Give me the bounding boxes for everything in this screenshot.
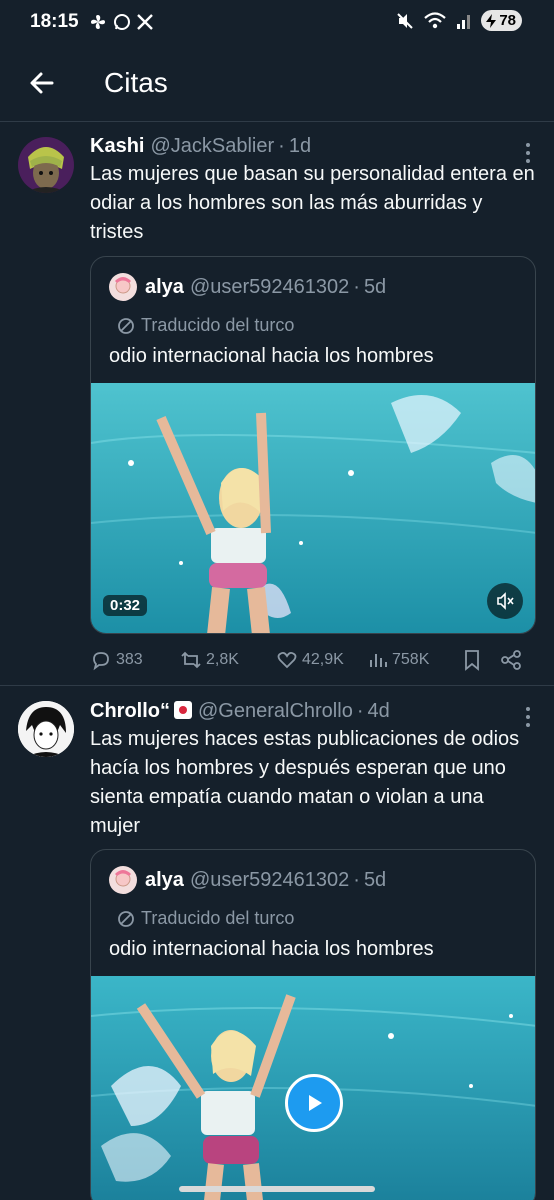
quote-time: 5d [363, 868, 387, 891]
like-button[interactable]: 42,9K [276, 649, 368, 671]
status-bar: 18:15 78 [0, 0, 554, 44]
tweet-time[interactable]: 4d [368, 700, 390, 723]
quote-text: odio internacional hacia los hombres [109, 345, 434, 367]
reply-count: 383 [116, 651, 143, 668]
tweet-text: Las mujeres haces estas publicaciones de… [90, 728, 520, 837]
bookmark-icon [465, 650, 479, 671]
heart-icon [277, 651, 297, 669]
status-right: 78 [395, 10, 522, 31]
avatar-image [18, 137, 74, 193]
repost-icon [181, 651, 201, 669]
author-handle[interactable]: @JackSablier [150, 135, 274, 158]
separator-dot: · [353, 275, 360, 298]
reply-icon [93, 652, 109, 671]
quote-author-name: alya [145, 868, 184, 891]
translate-icon [118, 910, 134, 927]
translate-icon [118, 317, 134, 334]
video-frame [91, 383, 535, 633]
video-player[interactable] [91, 976, 535, 1200]
battery-level: 78 [499, 12, 516, 29]
battery-indicator: 78 [481, 10, 522, 31]
quote-avatar [109, 273, 137, 301]
whatsapp-icon [113, 14, 130, 30]
quoted-tweet[interactable]: alya @user592461302 · 5d Traducido del t… [90, 849, 536, 1200]
tweet-header: Kashi @JackSablier · 1d [90, 135, 536, 158]
flag-emoji-icon [174, 701, 192, 719]
views-button[interactable]: 758K [368, 650, 462, 670]
tweet-item[interactable]: Chrollo“ @GeneralChrollo · 4d Las mujere… [0, 687, 554, 1200]
quote-author-name: alya [145, 275, 184, 298]
more-vertical-icon [526, 707, 530, 727]
translation-note[interactable]: Traducido del turco [117, 908, 294, 929]
translation-label: Traducido del turco [141, 908, 295, 928]
signal-icon [457, 14, 471, 29]
more-vertical-icon [526, 143, 530, 163]
repost-count: 2,8K [206, 651, 239, 668]
separator-dot: · [356, 700, 364, 722]
mute-icon [397, 12, 414, 29]
fan-icon [90, 15, 105, 29]
more-options-button[interactable] [520, 705, 536, 729]
tweet-header: Chrollo“ @GeneralChrollo · 4d [90, 699, 536, 723]
repost-button[interactable]: 2,8K [180, 649, 276, 671]
author-handle[interactable]: @GeneralChrollo [198, 700, 353, 723]
translation-label: Traducido del turco [141, 315, 295, 335]
separator-dot: · [278, 135, 285, 157]
x-logo-icon [136, 14, 153, 30]
bar-chart-icon [370, 654, 387, 667]
like-count: 42,9K [302, 651, 344, 668]
quoted-tweet[interactable]: alya @user592461302 · 5d Traducido del t… [90, 256, 536, 634]
avatar-image [18, 701, 74, 757]
play-button[interactable] [285, 1074, 343, 1132]
bookmark-button[interactable] [462, 649, 500, 671]
quote-author-handle: @user592461302 [189, 868, 350, 891]
wifi-icon [424, 11, 447, 28]
tweet-body: Chrollo“ @GeneralChrollo · 4d Las mujere… [90, 699, 536, 841]
tweet-text: Las mujeres que basan su personalidad en… [90, 163, 535, 243]
tweet-item[interactable]: Kashi @JackSablier · 1d Las mujeres que … [0, 123, 554, 686]
back-button[interactable] [22, 63, 62, 103]
tweet-actions: 383 2,8K 42,9K 758K [90, 645, 534, 675]
top-app-bar: Citas [0, 44, 554, 122]
quote-header: alya @user592461302 · 5d [109, 273, 386, 301]
quote-text: odio internacional hacia los hombres [109, 938, 434, 960]
video-player[interactable]: 0:32 [91, 383, 535, 633]
view-count: 758K [392, 651, 430, 668]
author-name[interactable]: Kashi [90, 135, 144, 158]
mute-video-button[interactable] [487, 583, 523, 619]
share-icon [501, 650, 521, 670]
charging-icon [486, 13, 497, 28]
arrow-left-icon [30, 72, 54, 93]
tweet-time[interactable]: 1d [289, 135, 311, 158]
share-button[interactable] [500, 649, 522, 671]
tweet-body: Kashi @JackSablier · 1d Las mujeres que … [90, 135, 536, 247]
quote-header: alya @user592461302 · 5d [109, 866, 386, 894]
volume-off-icon [497, 592, 514, 610]
translation-note[interactable]: Traducido del turco [117, 315, 294, 336]
play-icon [309, 1095, 322, 1111]
quote-time: 5d [363, 275, 387, 298]
reply-button[interactable]: 383 [90, 649, 180, 671]
video-duration-badge: 0:32 [103, 595, 148, 616]
page-title: Citas [104, 66, 168, 98]
avatar[interactable] [18, 701, 74, 757]
home-indicator [179, 1186, 375, 1192]
notification-icons [89, 13, 153, 31]
quote-author-handle: @user592461302 [189, 275, 350, 298]
separator-dot: · [353, 868, 360, 891]
quote-avatar [109, 866, 137, 894]
author-name[interactable]: Chrollo“ [90, 700, 170, 723]
more-options-button[interactable] [520, 141, 536, 165]
avatar[interactable] [18, 137, 74, 193]
status-time: 18:15 [30, 11, 79, 32]
